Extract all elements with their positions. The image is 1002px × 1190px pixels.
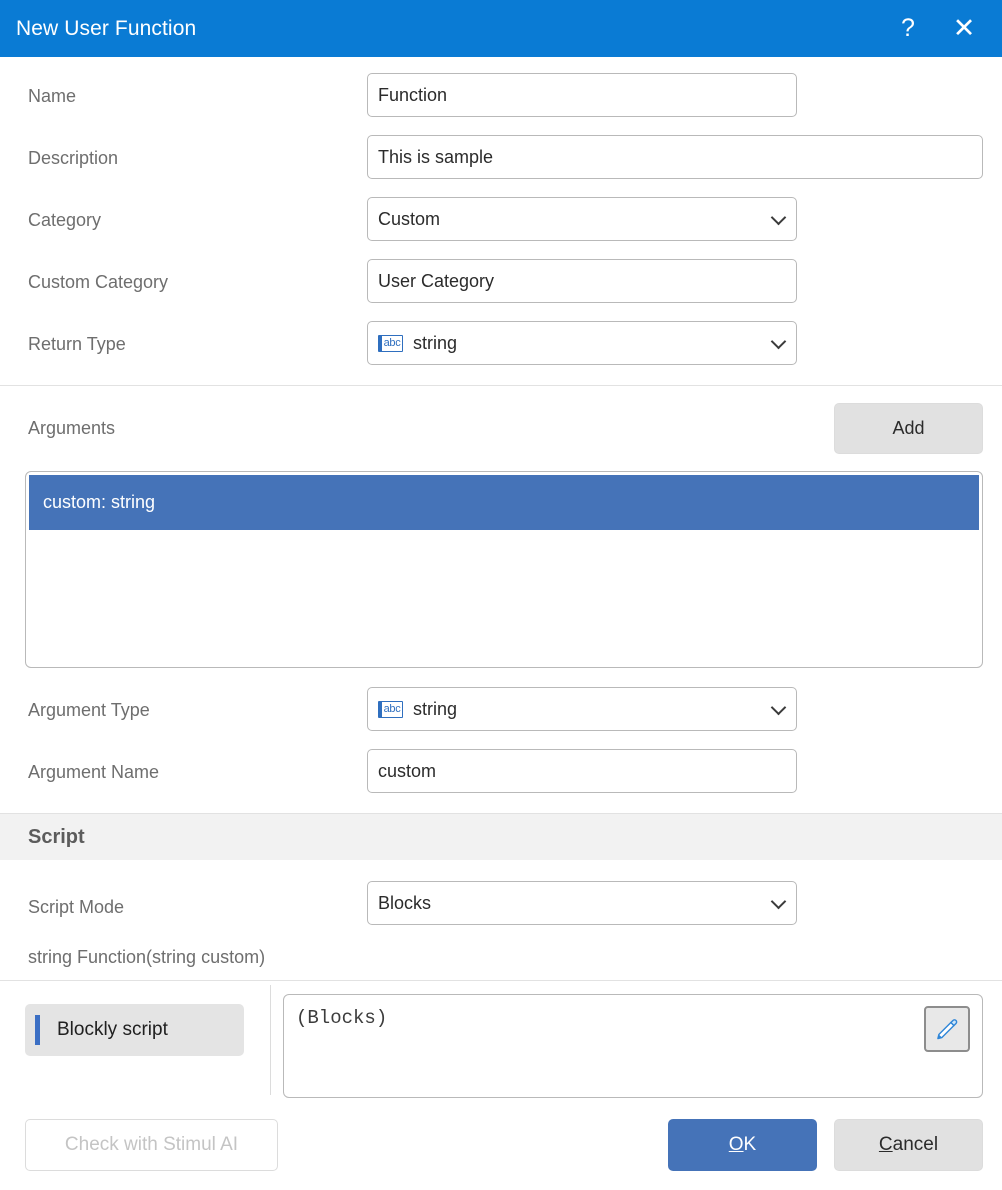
argument-type-label: Argument Type [28, 700, 150, 720]
check-with-stimul-ai-button[interactable]: Check with Stimul AI [25, 1119, 278, 1171]
custom-category-label: Custom Category [28, 272, 169, 292]
window-title: New User Function [16, 16, 197, 40]
category-select-value: Custom [378, 208, 441, 229]
argument-type-select-value: string [413, 698, 458, 719]
cancel-button-label-after: ancel [892, 1134, 939, 1155]
name-input-value: Function [378, 84, 448, 105]
return-type-select-value: string [413, 332, 458, 353]
script-mode-label: Script Mode [28, 897, 125, 917]
ok-button-label-after: K [743, 1134, 757, 1155]
close-icon[interactable]: ✕ [936, 0, 992, 57]
abc-string-type-icon-text: abc [383, 336, 401, 349]
section-divider-arguments [0, 385, 1002, 386]
pencil-edit-icon-svg [937, 1019, 958, 1040]
pencil-edit-icon[interactable] [924, 1006, 970, 1052]
description-input-value: This is sample [378, 146, 494, 167]
chevron-down-icon [770, 699, 787, 716]
chevron-down-icon [770, 893, 787, 910]
script-mode-select[interactable]: Blocks [367, 881, 797, 925]
script-tab-blockly[interactable]: Blockly script [25, 1004, 244, 1056]
arguments-label: Arguments [28, 418, 116, 438]
function-signature: string Function(string custom) [28, 947, 266, 967]
arguments-listbox[interactable]: custom: string [25, 471, 983, 668]
section-divider-script-editor [0, 980, 1002, 981]
return-type-label: Return Type [28, 334, 126, 354]
script-tab-accent-bar [35, 1015, 40, 1045]
cancel-button-accel: C [878, 1134, 893, 1155]
category-label: Category [28, 210, 102, 230]
argument-name-label: Argument Name [28, 762, 160, 782]
ok-button-accel: O [728, 1134, 744, 1155]
new-user-function-dialog: New User Function ? ✕ Name Function Desc… [0, 0, 1002, 1190]
cancel-button[interactable]: Cancel [834, 1119, 983, 1171]
custom-category-input-value: User Category [378, 270, 495, 291]
description-input[interactable]: This is sample [367, 135, 983, 179]
argument-name-input[interactable]: custom [367, 749, 797, 793]
argument-type-select[interactable]: abc string [367, 687, 797, 731]
script-editor-content: (Blocks) [296, 1007, 388, 1029]
category-select[interactable]: Custom [367, 197, 797, 241]
abc-string-type-icon: abc [378, 334, 403, 352]
script-editor[interactable]: (Blocks) [283, 994, 983, 1098]
description-label: Description [28, 148, 119, 168]
name-input[interactable]: Function [367, 73, 797, 117]
abc-string-type-icon-text: abc [383, 702, 401, 715]
script-section-title: Script [28, 825, 85, 848]
title-bar: New User Function ? ✕ [0, 0, 1002, 57]
add-argument-button[interactable]: Add [834, 403, 983, 454]
custom-category-input[interactable]: User Category [367, 259, 797, 303]
ok-button[interactable]: OK [668, 1119, 817, 1171]
name-label: Name [28, 86, 77, 106]
argument-name-input-value: custom [378, 760, 437, 781]
help-icon[interactable]: ? [880, 0, 936, 57]
list-item[interactable]: custom: string [29, 475, 979, 530]
script-section-header: Script [0, 813, 1002, 860]
chevron-down-icon [770, 209, 787, 226]
abc-string-type-icon: abc [378, 700, 403, 718]
chevron-down-icon [770, 333, 787, 350]
script-tab-label: Blockly script [57, 1019, 168, 1040]
script-mode-select-value: Blocks [378, 892, 432, 913]
script-tab-divider [270, 985, 271, 1095]
return-type-select[interactable]: abc string [367, 321, 797, 365]
